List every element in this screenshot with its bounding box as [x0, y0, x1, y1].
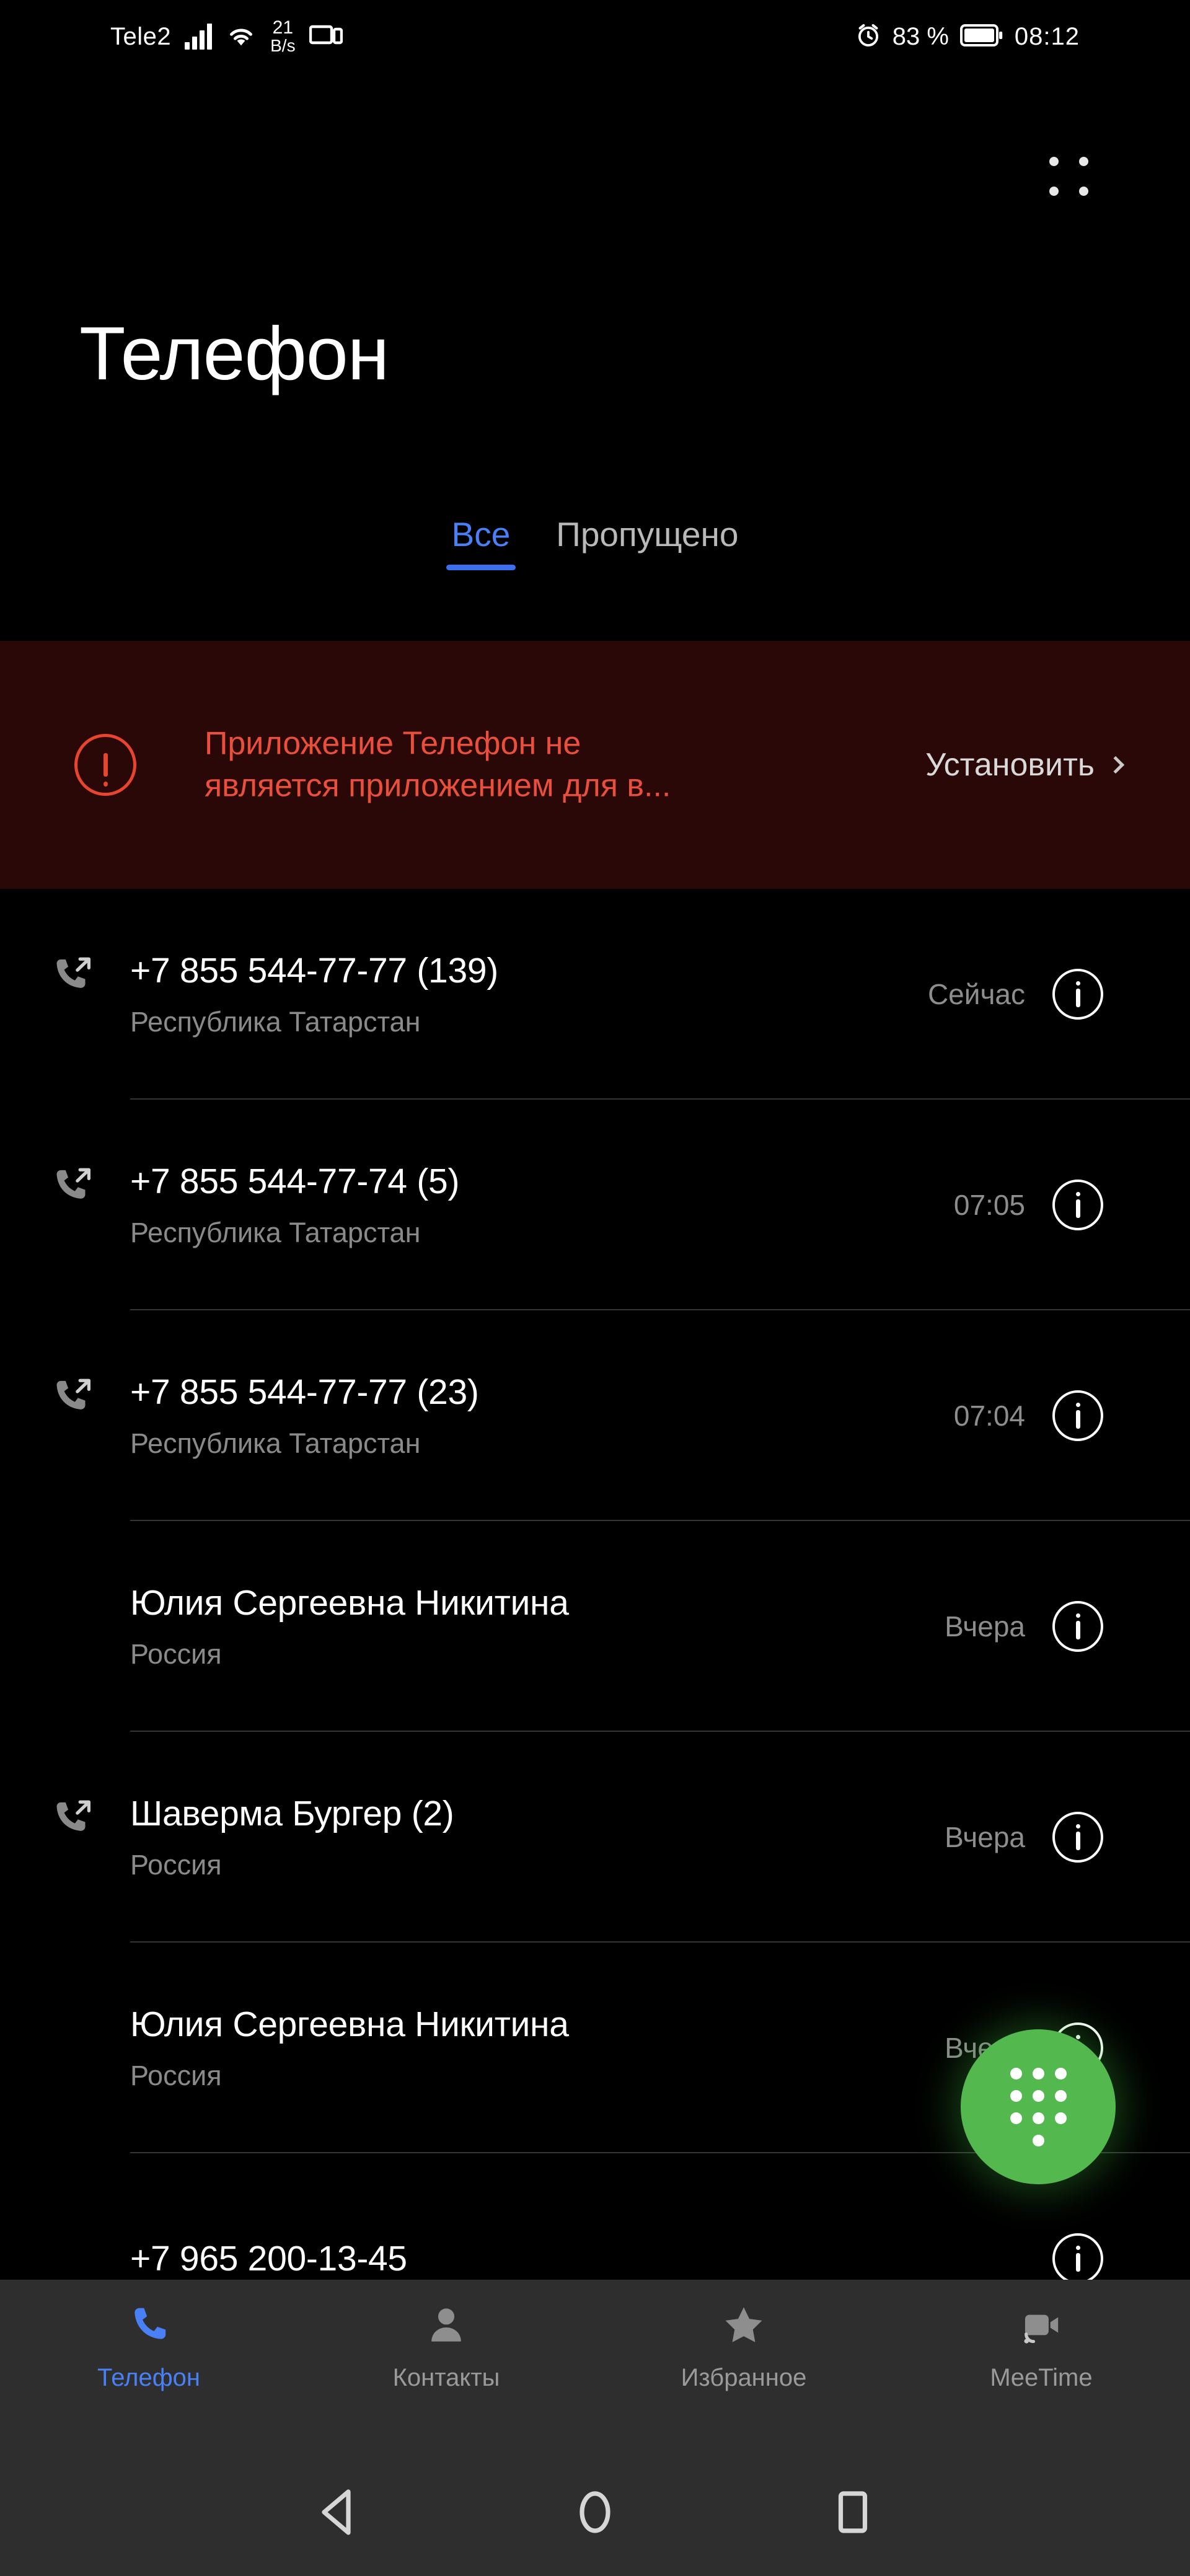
- nav-item-phone-label: Телефон: [97, 2364, 200, 2391]
- table-row[interactable]: +7 855 544-77-77 (23) Республика Татарст…: [0, 1310, 1190, 1521]
- battery-icon: [959, 24, 1003, 50]
- call-time: 07:04: [953, 1400, 1025, 1432]
- tab-missed-label: Пропущено: [556, 515, 739, 554]
- status-bar-right: 83 % 08:12: [855, 0, 1080, 73]
- table-row[interactable]: +7 855 544-77-77 (139) Республика Татарс…: [0, 889, 1190, 1100]
- outgoing-call-icon: [48, 1164, 94, 1210]
- carrier-label: Tele2: [110, 22, 172, 50]
- call-name: Юлия Сергеевна Никитина: [130, 2005, 569, 2044]
- call-time: Вчера: [945, 1610, 1025, 1643]
- grid-dots-icon[interactable]: [1039, 146, 1098, 206]
- call-location: Россия: [130, 1638, 222, 1670]
- call-name: +7 855 544-77-77 (139): [130, 951, 498, 990]
- call-time: 07:05: [953, 1189, 1025, 1221]
- call-name: +7 965 200-13-45: [130, 2239, 407, 2278]
- tab-bar: Все Пропущено: [0, 514, 1190, 570]
- info-icon[interactable]: [1052, 1390, 1103, 1441]
- chevron-right-icon: [1106, 756, 1125, 774]
- home-circle-icon[interactable]: [568, 2486, 622, 2539]
- call-info: Шаверма Бургер (2) Россия: [130, 1793, 932, 1881]
- call-info: Юлия Сергеевна Никитина Россия: [130, 1582, 932, 1670]
- call-info: +7 965 200-13-45: [130, 2238, 1040, 2279]
- nav-item-favorites-label: Избранное: [681, 2364, 807, 2391]
- table-row[interactable]: Юлия Сергеевна Никитина Россия Вчера: [0, 1521, 1190, 1732]
- info-icon[interactable]: [1052, 2233, 1103, 2280]
- outgoing-call-icon: [48, 953, 94, 999]
- page-title: Телефон: [79, 311, 389, 395]
- info-icon[interactable]: [1052, 1601, 1103, 1652]
- network-speed-value: 21: [272, 17, 294, 38]
- star-icon: [721, 2302, 767, 2348]
- wifi-icon: [226, 23, 257, 51]
- nav-item-contacts-label: Контакты: [392, 2364, 500, 2391]
- status-bar: Tele2 21 B/s 83 % 08:12: [0, 0, 1190, 73]
- call-name: +7 855 544-77-74 (5): [130, 1162, 460, 1201]
- install-button[interactable]: Установить: [925, 746, 1125, 783]
- info-icon[interactable]: [1052, 1180, 1103, 1230]
- cast-screen-icon: [309, 23, 343, 51]
- install-button-label: Установить: [925, 747, 1095, 783]
- back-triangle-icon[interactable]: [311, 2486, 364, 2539]
- bottom-navigation-bar: Телефон Контакты Избранное MeeTime: [0, 2280, 1190, 2448]
- call-info: +7 855 544-77-77 (139) Республика Татарс…: [130, 950, 915, 1038]
- outgoing-call-icon: [48, 1796, 94, 1842]
- exclamation-mark: [103, 753, 108, 787]
- system-navigation-bar: [0, 2448, 1190, 2576]
- banner-message: Приложение Телефон не является приложени…: [205, 725, 671, 803]
- status-bar-left: Tele2 21 B/s: [110, 0, 343, 73]
- call-location: Республика Татарстан: [130, 1006, 421, 1038]
- network-speed-unit: B/s: [270, 36, 296, 55]
- clock-label: 08:12: [1014, 22, 1080, 50]
- info-icon[interactable]: [1052, 969, 1103, 1020]
- warning-circle-icon: [74, 734, 136, 796]
- signal-strength-icon: [185, 24, 213, 50]
- tab-active-underline: [446, 565, 516, 570]
- call-location: Россия: [130, 2060, 222, 2091]
- call-name: Юлия Сергеевна Никитина: [130, 1583, 569, 1623]
- recents-square-icon[interactable]: [826, 2486, 879, 2539]
- person-icon: [423, 2302, 469, 2348]
- tab-all-label: Все: [451, 515, 511, 554]
- alarm-clock-icon: [855, 22, 881, 51]
- call-meta: 07:04: [954, 1390, 1103, 1441]
- call-meta: Сейчас: [928, 969, 1103, 1020]
- nav-item-contacts[interactable]: Контакты: [298, 2280, 595, 2392]
- call-meta: Вчера: [945, 1812, 1103, 1863]
- call-location: Республика Татарстан: [130, 1217, 421, 1248]
- call-time: Сейчас: [927, 978, 1025, 1010]
- outgoing-call-icon: [48, 1375, 94, 1421]
- call-info: +7 855 544-77-77 (23) Республика Татарст…: [130, 1372, 941, 1460]
- phone-app-screen: Tele2 21 B/s 83 % 08:12 Телефон Все Проп…: [0, 0, 1190, 2576]
- info-icon[interactable]: [1052, 1812, 1103, 1863]
- network-speed-indicator: 21 B/s: [270, 19, 295, 55]
- video-call-icon: [1018, 2302, 1064, 2348]
- call-meta: Вчера: [945, 1601, 1103, 1652]
- table-row[interactable]: +7 855 544-77-74 (5) Республика Татарста…: [0, 1100, 1190, 1310]
- call-meta: 07:05: [954, 1180, 1103, 1230]
- call-location: Россия: [130, 1849, 222, 1881]
- call-name: +7 855 544-77-77 (23): [130, 1372, 479, 1412]
- battery-percent-label: 83 %: [892, 22, 949, 50]
- call-meta: [1052, 2233, 1103, 2280]
- tab-all[interactable]: Все: [446, 514, 516, 570]
- default-app-warning-banner[interactable]: Приложение Телефон не является приложени…: [0, 641, 1190, 889]
- call-info: Юлия Сергеевна Никитина Россия: [130, 2004, 932, 2092]
- table-row[interactable]: Шаверма Бургер (2) Россия Вчера: [0, 1732, 1190, 1943]
- tab-missed[interactable]: Пропущено: [556, 514, 738, 570]
- call-time: Вчера: [945, 1821, 1025, 1853]
- nav-item-meetime-label: MeeTime: [990, 2364, 1093, 2391]
- call-location: Республика Татарстан: [130, 1427, 421, 1459]
- phone-icon: [126, 2302, 172, 2348]
- nav-item-phone[interactable]: Телефон: [0, 2280, 298, 2392]
- nav-item-favorites[interactable]: Избранное: [595, 2280, 892, 2392]
- dialpad-icon: [1010, 2067, 1067, 2146]
- nav-item-meetime[interactable]: MeeTime: [892, 2280, 1190, 2392]
- call-info: +7 855 544-77-74 (5) Республика Татарста…: [130, 1161, 941, 1249]
- dialpad-fab-button[interactable]: [961, 2029, 1116, 2184]
- call-name: Шаверма Бургер (2): [130, 1794, 454, 1833]
